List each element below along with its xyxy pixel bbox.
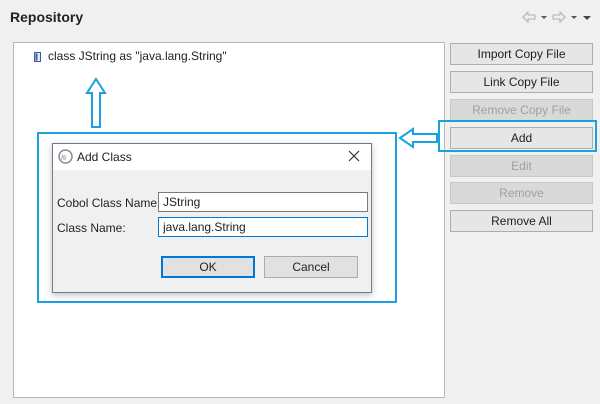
dialog-titlebar: is Add Class xyxy=(53,144,371,170)
svg-text:is: is xyxy=(61,155,67,162)
panel-title: Repository xyxy=(10,9,84,25)
panel-header: Repository xyxy=(0,0,600,36)
arrow-right-icon[interactable] xyxy=(552,10,566,24)
remove-copy-file-button[interactable]: Remove Copy File xyxy=(450,99,593,121)
view-menu-chevron-down-icon[interactable] xyxy=(582,10,592,24)
remove-all-button[interactable]: Remove All xyxy=(450,210,593,232)
import-copy-file-button[interactable]: Import Copy File xyxy=(450,43,593,65)
edit-button[interactable]: Edit xyxy=(450,155,593,177)
class-name-label: Class Name: xyxy=(57,221,126,235)
arrow-left-annotation xyxy=(398,127,438,149)
ok-button[interactable]: OK xyxy=(161,256,255,278)
cancel-button[interactable]: Cancel xyxy=(264,256,358,278)
arrow-left-icon[interactable] xyxy=(522,10,536,24)
chevron-down-icon[interactable] xyxy=(570,10,578,24)
link-copy-file-button[interactable]: Link Copy File xyxy=(450,71,593,93)
is-logo-icon: is xyxy=(58,149,73,164)
add-button[interactable]: Add xyxy=(450,127,593,149)
class-name-field[interactable] xyxy=(158,217,368,237)
add-class-dialog: is Add Class Cobol Class Name: Class Nam… xyxy=(52,143,372,293)
close-icon[interactable] xyxy=(347,149,361,163)
tree-item-label: class JString as "java.lang.String" xyxy=(48,49,227,63)
dialog-title: Add Class xyxy=(77,150,132,164)
arrow-up-annotation xyxy=(85,77,107,128)
cobol-class-name-field[interactable] xyxy=(158,192,368,212)
file-icon xyxy=(34,51,42,62)
header-toolbar xyxy=(522,10,592,24)
remove-button[interactable]: Remove xyxy=(450,182,593,204)
chevron-down-icon[interactable] xyxy=(540,10,548,24)
tree-item[interactable]: class JString as "java.lang.String" xyxy=(34,49,227,63)
cobol-class-name-label: Cobol Class Name: xyxy=(57,196,161,210)
